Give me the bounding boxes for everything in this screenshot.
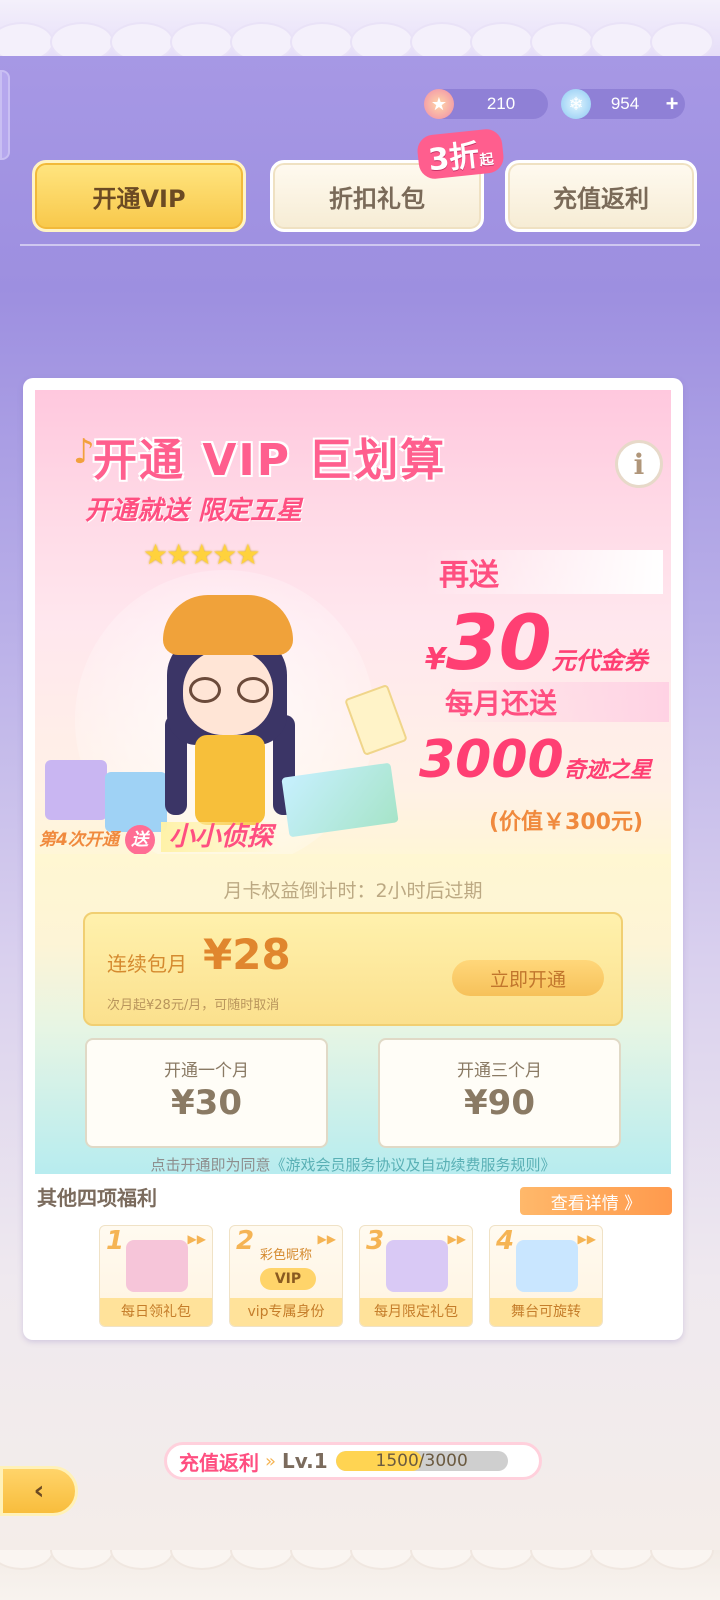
send-badge: 送 xyxy=(124,825,155,855)
tab-open-vip[interactable]: 开通VIP xyxy=(32,160,246,232)
continuous-label: 连续包月 xyxy=(107,952,187,976)
continuous-subscription-row[interactable]: 连续包月 ¥28 次月起¥28元/月，可随时取消 立即开通 xyxy=(83,912,623,1026)
benefit-item-vip-identity[interactable]: 2 ▶▶ 彩色昵称 VIP vip专属身份 xyxy=(229,1225,343,1327)
plan-price: ¥30 xyxy=(171,1083,242,1123)
coupon-currency: ¥ xyxy=(425,642,446,677)
crystal-currency[interactable]: ❄ 954 + xyxy=(561,89,685,119)
benefit-label: vip专属身份 xyxy=(230,1298,342,1326)
miracle-number: 3000 xyxy=(419,730,564,790)
benefit-item-monthly-gift[interactable]: 3 ▶▶ 每月限定礼包 xyxy=(359,1225,473,1327)
colorful-nickname-text: 彩色昵称 xyxy=(259,1248,312,1263)
plan-label: 开通三个月 xyxy=(457,1061,542,1081)
discount-badge-suffix: 起 xyxy=(478,151,495,169)
tab-recharge-rebate[interactable]: 充值返利 xyxy=(505,160,697,232)
frame-and-tickets-icon xyxy=(386,1240,448,1292)
gift-basket-icon xyxy=(126,1240,188,1292)
banner-subtitle: 开通就送 限定五星 xyxy=(85,496,303,526)
tab-divider xyxy=(20,244,700,246)
recharge-rebate-level-bar[interactable]: 充值返利 » Lv.1 1500/3000 xyxy=(164,1442,542,1480)
benefit-label: 每日领礼包 xyxy=(100,1298,212,1326)
level-progress-bar: 1500/3000 xyxy=(335,1451,508,1471)
side-drawer-handle[interactable] xyxy=(0,70,10,160)
coupon-unit: 元代金券 xyxy=(551,647,648,675)
view-details-button[interactable]: 查看详情 》 xyxy=(520,1187,672,1215)
level-progress-text: 1500/3000 xyxy=(375,1451,468,1471)
agreement-link[interactable]: 《游戏会员服务协议及自动续费服务规则》 xyxy=(271,1156,556,1174)
bottom-lace-decoration xyxy=(0,1550,720,1600)
add-crystal-button[interactable]: + xyxy=(659,91,685,117)
double-chevron-icon: » xyxy=(265,1450,277,1472)
continuous-note: 次月起¥28元/月，可随时取消 xyxy=(107,998,280,1013)
miracle-star-amount: 3000奇迹之星 xyxy=(419,730,652,790)
chevron-right-icon: ▶▶ xyxy=(447,1232,466,1246)
five-star-rating: ★★★★★ xyxy=(143,538,261,571)
banner-title: 开通 VIP 巨划算 xyxy=(93,435,447,486)
vip-badge-icon: VIP xyxy=(260,1268,316,1290)
back-icon[interactable]: ‹ xyxy=(0,1466,78,1516)
coupon-number: 30 xyxy=(445,598,552,687)
benefit-number: 3 xyxy=(366,1226,385,1256)
worth-label: (价值￥300元) xyxy=(489,810,644,835)
plan-three-months[interactable]: 开通三个月 ¥90 xyxy=(378,1038,621,1148)
level-bar-title: 充值返利 xyxy=(179,1450,259,1475)
benefit-item-rotating-stage[interactable]: 4 ▶▶ 舞台可旋转 xyxy=(489,1225,603,1327)
benefit-item-daily-gift[interactable]: 1 ▶▶ 每日领礼包 xyxy=(99,1225,213,1327)
info-icon[interactable]: i xyxy=(615,440,663,488)
fourth-item-name: 小小侦探 xyxy=(160,822,281,852)
pink-star-icon: ★ xyxy=(424,89,454,119)
crystal-icon: ❄ xyxy=(561,89,591,119)
plan-label: 开通一个月 xyxy=(164,1061,249,1081)
level-text: Lv.1 xyxy=(282,1449,328,1473)
stage-icon xyxy=(516,1240,578,1292)
benefit-label: 舞台可旋转 xyxy=(490,1298,602,1326)
benefits-title: 其他四项福利 xyxy=(37,1186,157,1210)
countdown-text: 月卡权益倒计时：2小时后过期 xyxy=(223,880,483,902)
plan-price: ¥90 xyxy=(464,1083,535,1123)
star-value: 210 xyxy=(486,94,516,113)
coupon-amount: ¥30元代金券 xyxy=(425,598,648,687)
fourth-prefix: 第4次开通 xyxy=(39,830,119,850)
continuous-price: ¥28 xyxy=(203,930,291,979)
benefit-label: 每月限定礼包 xyxy=(360,1298,472,1326)
chevron-right-icon: ▶▶ xyxy=(187,1232,206,1246)
monthly-send-label: 每月还送 xyxy=(439,682,669,722)
miracle-unit: 奇迹之星 xyxy=(563,758,652,783)
chevron-right-icon: ▶▶ xyxy=(577,1232,596,1246)
agreement-text: 点击开通即为同意《游戏会员服务协议及自动续费服务规则》 xyxy=(35,1154,671,1175)
crystal-value: 954 xyxy=(610,94,640,113)
star-currency[interactable]: ★ 210 xyxy=(424,89,548,119)
gift-box-icon xyxy=(45,760,107,820)
subscription-section: 月卡权益倒计时：2小时后过期 连续包月 ¥28 次月起¥28元/月，可随时取消 … xyxy=(35,854,671,1174)
again-send-label: 再送 xyxy=(423,550,663,594)
benefit-number: 1 xyxy=(106,1226,125,1256)
fourth-open-reward: 第4次开通 送 小小侦探 xyxy=(39,816,281,855)
plan-one-month[interactable]: 开通一个月 ¥30 xyxy=(85,1038,328,1148)
discount-badge: 3折起 xyxy=(415,127,505,181)
vip-banner: ♪ 开通 VIP 巨划算 i 开通就送 限定五星 ★★★★★ 再送 ¥30元代金… xyxy=(35,390,671,858)
benefit-number: 4 xyxy=(496,1226,515,1256)
top-lace-decoration xyxy=(0,0,720,56)
agreement-prefix: 点击开通即为同意 xyxy=(150,1156,271,1174)
vip-card: ♪ 开通 VIP 巨划算 i 开通就送 限定五星 ★★★★★ 再送 ¥30元代金… xyxy=(23,378,683,1340)
music-note-icon: ♪ xyxy=(73,432,95,472)
discount-badge-main: 3折 xyxy=(426,138,481,179)
open-now-button[interactable]: 立即开通 xyxy=(452,960,604,996)
